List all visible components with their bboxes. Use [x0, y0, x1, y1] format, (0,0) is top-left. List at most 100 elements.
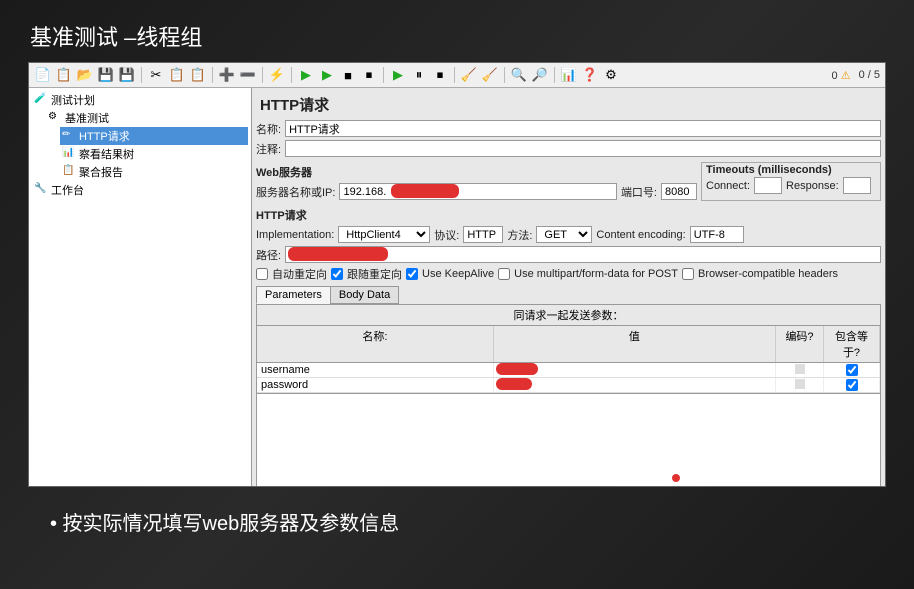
workbench-icon: 🔧: [34, 183, 48, 197]
table-header: 名称: 值 编码? 包含等于?: [257, 326, 880, 363]
tabs: Parameters Body Data: [256, 286, 881, 304]
connect-label: Connect:: [706, 180, 750, 192]
table-body-empty: [256, 394, 881, 486]
tree-aggregate-report[interactable]: 📋聚合报告: [60, 163, 248, 181]
jmeter-window: 📄 📋 📂 💾 💾 ✂ 📋 📋 ➕ ➖ ⚡ ▶ ▶ ■ ⏹ ▶ ⏸ ⏹ 🧹 🧹 …: [28, 62, 886, 487]
new-icon[interactable]: 📄: [34, 66, 52, 84]
tree-http-request[interactable]: ✏HTTP请求: [60, 127, 248, 145]
follow-redirect-check[interactable]: [331, 268, 343, 280]
webserver-title: Web服务器: [256, 164, 697, 180]
port-label: 端口号:: [621, 184, 657, 200]
start-icon[interactable]: ▶: [297, 66, 315, 84]
httpreq-title: HTTP请求: [256, 207, 881, 223]
separator: [504, 67, 505, 83]
impl-label: Implementation:: [256, 229, 334, 241]
follow-redirect-label: 跟随重定向: [347, 266, 402, 282]
saveall-icon[interactable]: 💾: [118, 66, 136, 84]
redacted-value: [496, 363, 538, 375]
keepalive-label: Use KeepAlive: [422, 268, 494, 280]
name-input[interactable]: [285, 120, 881, 137]
tab-parameters[interactable]: Parameters: [256, 286, 331, 304]
table-row[interactable]: password: [257, 378, 880, 393]
enc-label: Content encoding:: [596, 229, 685, 241]
redacted-server: [391, 184, 459, 198]
tree-threadgroup[interactable]: ⚙基准测试: [46, 109, 248, 127]
tree-view-results[interactable]: 📊察看结果树: [60, 145, 248, 163]
shutdown-icon[interactable]: ⏹: [360, 66, 378, 84]
multipart-label: Use multipart/form-data for POST: [514, 268, 678, 280]
auto-redirect-check[interactable]: [256, 268, 268, 280]
remote-start-icon[interactable]: ▶: [389, 66, 407, 84]
remote-shutdown-icon[interactable]: ⏹: [431, 66, 449, 84]
red-dot: [672, 474, 680, 482]
remove-icon[interactable]: ➖: [239, 66, 257, 84]
toolbar: 📄 📋 📂 💾 💾 ✂ 📋 📋 ➕ ➖ ⚡ ▶ ▶ ■ ⏹ ▶ ⏸ ⏹ 🧹 🧹 …: [29, 63, 885, 88]
proto-input[interactable]: [463, 226, 503, 243]
main-area: 🧪测试计划 ⚙基准测试 ✏HTTP请求 📊察看结果树 📋聚合报告 🔧工作台 HT…: [29, 88, 885, 486]
templates-icon[interactable]: 📋: [55, 66, 73, 84]
tree-panel[interactable]: 🧪测试计划 ⚙基准测试 ✏HTTP请求 📊察看结果树 📋聚合报告 🔧工作台: [29, 88, 252, 486]
cut-icon[interactable]: ✂: [147, 66, 165, 84]
slide-bullet: • 按实际情况填写web服务器及参数信息: [0, 487, 914, 556]
param-table: 同请求一起发送参数： 名称: 值 编码? 包含等于? username pass…: [256, 304, 881, 394]
impl-select[interactable]: HttpClient4: [338, 226, 430, 243]
comment-label: 注释:: [256, 141, 281, 157]
results-icon: 📊: [62, 147, 76, 161]
search-reset-icon[interactable]: 🔎: [531, 66, 549, 84]
tree-workbench[interactable]: 🔧工作台: [32, 181, 248, 199]
help-icon[interactable]: ❓: [581, 66, 599, 84]
enc-input[interactable]: [690, 226, 744, 243]
open-icon[interactable]: 📂: [76, 66, 94, 84]
proto-label: 协议:: [434, 227, 459, 243]
server-label: 服务器名称或IP:: [256, 184, 335, 200]
save-icon[interactable]: 💾: [97, 66, 115, 84]
comment-input[interactable]: [285, 140, 881, 157]
copy-icon[interactable]: 📋: [168, 66, 186, 84]
name-label: 名称:: [256, 121, 281, 137]
report-icon: 📋: [62, 165, 76, 179]
multipart-check[interactable]: [498, 268, 510, 280]
table-title: 同请求一起发送参数：: [257, 305, 880, 326]
clear-icon[interactable]: 🧹: [460, 66, 478, 84]
browser-compat-label: Browser-compatible headers: [698, 268, 838, 280]
tree-root[interactable]: 🧪测试计划: [32, 91, 248, 109]
tab-body-data[interactable]: Body Data: [330, 286, 399, 304]
method-select[interactable]: GET: [536, 226, 592, 243]
col-enc: 编码?: [776, 326, 824, 362]
gear-icon[interactable]: ⚙: [602, 66, 620, 84]
separator: [383, 67, 384, 83]
clearall-icon[interactable]: 🧹: [481, 66, 499, 84]
separator: [212, 67, 213, 83]
paste-icon[interactable]: 📋: [189, 66, 207, 84]
add-icon[interactable]: ➕: [218, 66, 236, 84]
gear-icon: ⚙: [48, 111, 62, 125]
port-input[interactable]: [661, 183, 697, 200]
separator: [262, 67, 263, 83]
include-check[interactable]: [846, 364, 858, 376]
col-value: 值: [494, 326, 776, 362]
start-notimers-icon[interactable]: ▶: [318, 66, 336, 84]
separator: [141, 67, 142, 83]
response-input[interactable]: [843, 177, 871, 194]
separator: [554, 67, 555, 83]
flask-icon: 🧪: [34, 93, 48, 107]
content-panel: HTTP请求 名称: 注释: Web服务器 服务器名称或IP:: [252, 88, 885, 486]
remote-stop-icon[interactable]: ⏸: [410, 66, 428, 84]
timeouts-title: Timeouts (milliseconds): [706, 164, 876, 176]
function-icon[interactable]: 📊: [560, 66, 578, 84]
search-icon[interactable]: 🔍: [510, 66, 528, 84]
auto-redirect-label: 自动重定向: [272, 266, 327, 282]
include-check[interactable]: [846, 379, 858, 391]
browser-compat-check[interactable]: [682, 268, 694, 280]
warn-count: 0 ⚠: [832, 69, 851, 82]
thread-ratio: 0 / 5: [859, 69, 880, 82]
table-row[interactable]: username: [257, 363, 880, 378]
col-inc: 包含等于?: [824, 326, 880, 362]
toggle-icon[interactable]: ⚡: [268, 66, 286, 84]
connect-input[interactable]: [754, 177, 782, 194]
server-input[interactable]: [339, 183, 616, 200]
redacted-path: [288, 247, 388, 261]
path-label: 路径:: [256, 247, 281, 263]
keepalive-check[interactable]: [406, 268, 418, 280]
stop-icon[interactable]: ■: [339, 66, 357, 84]
